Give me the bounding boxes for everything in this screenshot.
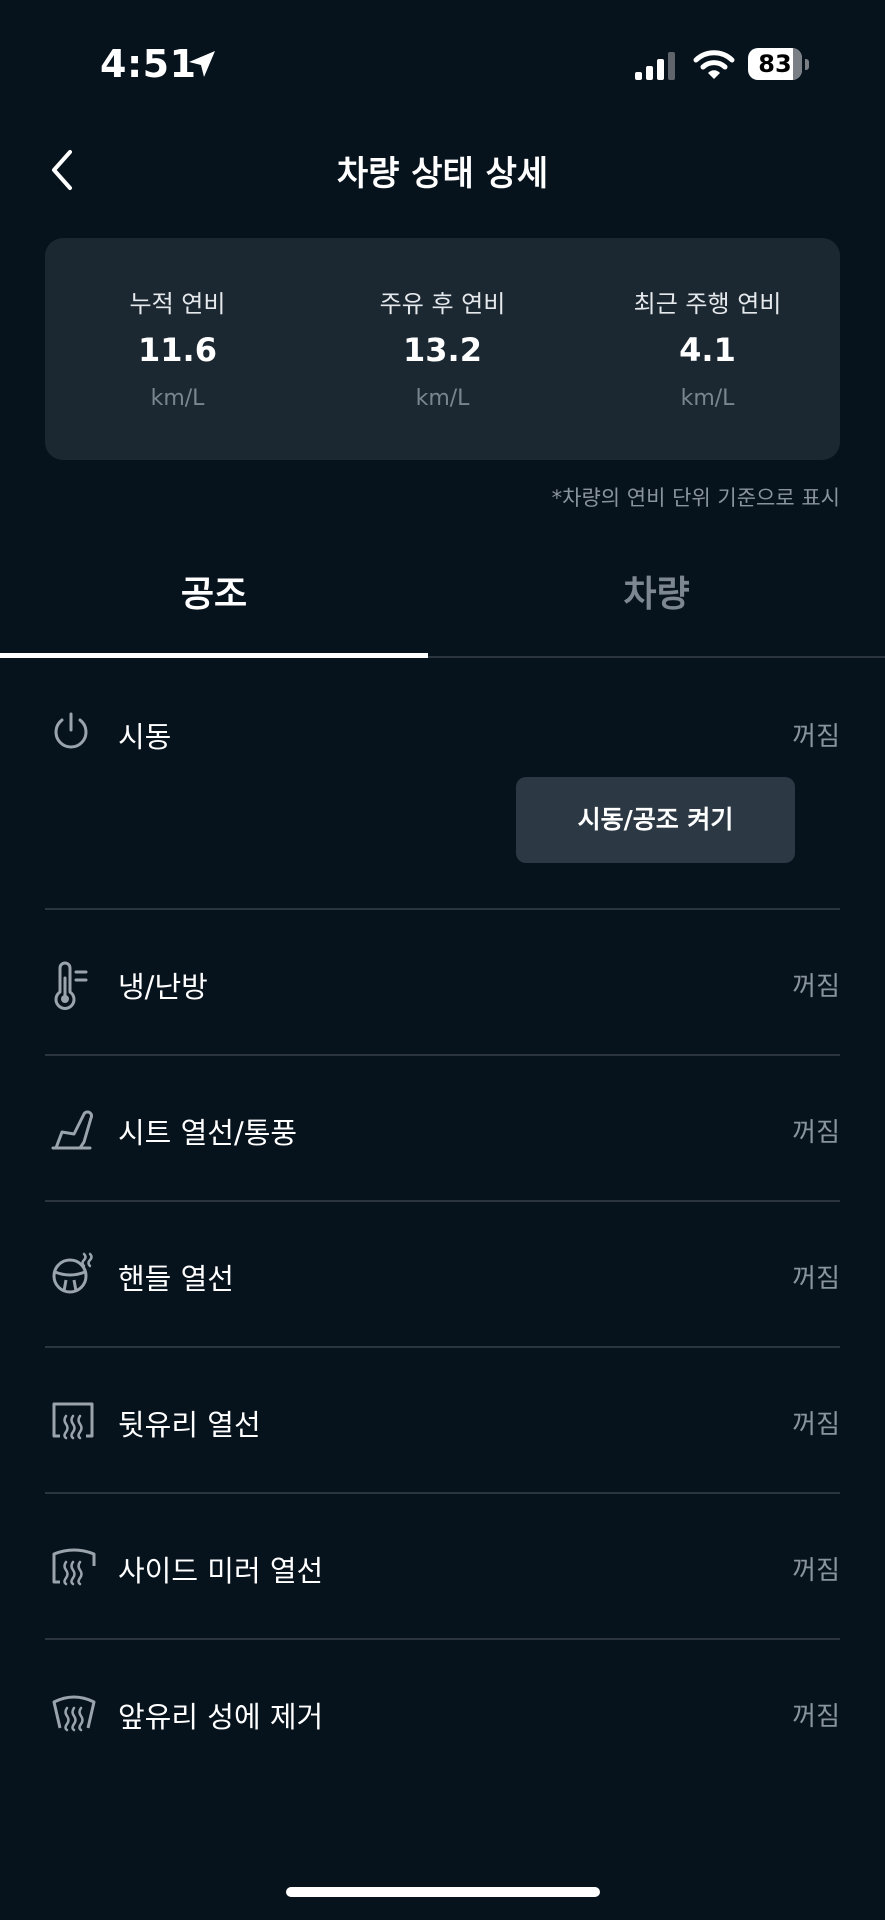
fuel-item-recent-drive: 최근 주행 연비 4.1 km/L xyxy=(575,238,840,460)
battery-icon: 83 xyxy=(748,48,810,82)
power-icon xyxy=(54,712,88,749)
fuel-label: 주유 후 연비 xyxy=(379,290,506,318)
list-item-front-defrost[interactable]: 앞유리 성에 제거 꺼짐 xyxy=(45,1640,840,1786)
fuel-unit: km/L xyxy=(680,386,735,411)
row-label: 시트 열선/통풍 xyxy=(118,1116,298,1150)
row-label: 사이드 미러 열선 xyxy=(118,1554,324,1588)
location-arrow-icon xyxy=(189,51,215,77)
tab-bar: 공조 차량 xyxy=(0,540,885,660)
tab-climate[interactable]: 공조 xyxy=(0,540,428,658)
row-label: 핸들 열선 xyxy=(118,1262,234,1296)
list-item-seat[interactable]: 시트 열선/통풍 꺼짐 xyxy=(45,1056,840,1202)
cellular-signal-icon xyxy=(635,52,675,80)
start-climate-button[interactable]: 시동/공조 켜기 xyxy=(516,777,795,863)
row-label: 뒷유리 열선 xyxy=(118,1408,261,1442)
wifi-icon xyxy=(693,50,735,79)
rear-defrost-icon xyxy=(52,1402,94,1440)
fuel-label: 누적 연비 xyxy=(129,290,226,318)
thermometer-icon xyxy=(54,961,88,1010)
battery-body: 83 xyxy=(748,48,802,80)
tab-active-indicator xyxy=(0,653,428,658)
status-time: 4:51 xyxy=(100,42,197,86)
fuel-unit: km/L xyxy=(415,386,470,411)
row-status: 꺼짐 xyxy=(792,1264,840,1294)
mirror-heat-icon xyxy=(52,1548,96,1586)
row-label: 시동 xyxy=(118,720,172,754)
fuel-item-after-refuel: 주유 후 연비 13.2 km/L xyxy=(310,238,575,460)
fuel-efficiency-card: 누적 연비 11.6 km/L 주유 후 연비 13.2 km/L 최근 주행 … xyxy=(45,238,840,460)
row-status: 꺼짐 xyxy=(792,1410,840,1440)
row-status: 꺼짐 xyxy=(792,972,840,1002)
fuel-item-cumulative: 누적 연비 11.6 km/L xyxy=(45,238,310,460)
fuel-value: 4.1 xyxy=(679,331,736,369)
home-indicator xyxy=(286,1887,600,1897)
list-item-ac-heating[interactable]: 냉/난방 꺼짐 xyxy=(45,910,840,1056)
front-defrost-icon xyxy=(52,1695,96,1732)
row-status: 꺼짐 xyxy=(792,1118,840,1148)
fuel-efficiency-note: *차량의 연비 단위 기준으로 표시 xyxy=(551,486,840,510)
fuel-label: 최근 주행 연비 xyxy=(633,290,782,318)
fuel-unit: km/L xyxy=(150,386,205,411)
list-item-steering-heat[interactable]: 핸들 열선 꺼짐 xyxy=(45,1202,840,1348)
row-label: 앞유리 성에 제거 xyxy=(118,1700,324,1734)
steering-wheel-heat-icon xyxy=(52,1252,93,1294)
row-status: 꺼짐 xyxy=(792,1556,840,1586)
row-status: 꺼짐 xyxy=(792,722,840,752)
page-title: 차량 상태 상세 xyxy=(336,154,549,194)
fuel-value: 11.6 xyxy=(138,331,217,369)
fuel-value: 13.2 xyxy=(403,331,482,369)
battery-cap xyxy=(805,59,809,70)
list-item-rear-defrost[interactable]: 뒷유리 열선 꺼짐 xyxy=(45,1348,840,1494)
list-item-mirror-heat[interactable]: 사이드 미러 열선 꺼짐 xyxy=(45,1494,840,1640)
tab-vehicle[interactable]: 차량 xyxy=(428,540,885,658)
battery-level: 83 xyxy=(758,50,792,78)
status-bar: 4:51 83 xyxy=(0,0,885,130)
seat-icon xyxy=(51,1110,93,1150)
row-status: 꺼짐 xyxy=(792,1702,840,1732)
row-label: 냉/난방 xyxy=(118,970,208,1004)
